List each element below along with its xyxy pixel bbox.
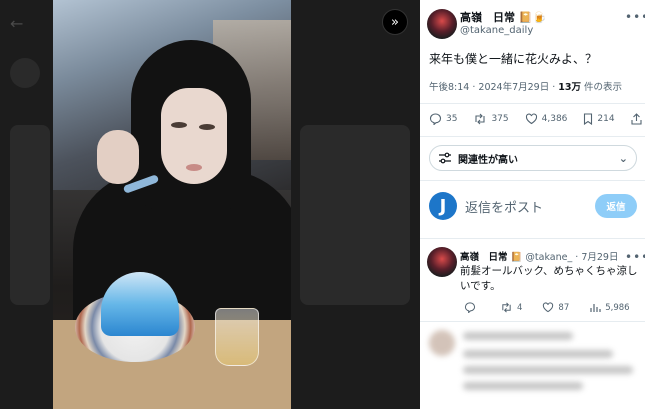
author-name-emoji: 📔🍺 [518, 11, 547, 24]
divider [420, 103, 645, 104]
bookmark-action[interactable]: 214 [583, 113, 615, 125]
post-meta: 午後8:14 · 2024年7月29日 · 13万 件の表示 [429, 82, 623, 93]
post-image [53, 0, 291, 409]
ghost-card-right [300, 125, 410, 305]
post-detail-panel: 高嶺 日常 📔🍺 @takane_daily ••• 来年も僕と一緒に花火みよ、… [420, 0, 645, 409]
reply-author-avatar[interactable] [427, 247, 457, 277]
divider [420, 321, 645, 322]
divider [420, 136, 645, 137]
divider [420, 238, 645, 239]
reply-author-name: 高嶺 日常 [460, 252, 508, 263]
chevron-down-icon: ⌄ [618, 151, 628, 165]
like-count: 4,386 [541, 114, 568, 124]
reply-icon [429, 113, 442, 125]
reply-views-action[interactable]: 5,986 [589, 302, 630, 313]
more-options-icon[interactable]: ••• [625, 10, 645, 24]
bookmark-count: 214 [597, 114, 615, 124]
post-date[interactable]: 2024年7月29日 [478, 82, 549, 93]
divider [420, 180, 645, 181]
bookmark-icon [584, 113, 593, 125]
reply-separator: · [575, 252, 579, 263]
reply-actions: 4 87 5,986 [464, 302, 642, 313]
reply-author-emoji: 📔 [510, 252, 523, 263]
author-handle[interactable]: @takane_daily [460, 25, 533, 36]
sort-replies-dropdown[interactable]: 関連性が高い ⌄ [429, 145, 637, 171]
reply-reply-action[interactable] [464, 302, 480, 313]
reply-date: 7月29日 [581, 252, 619, 263]
reply-like-action[interactable]: 87 [542, 302, 569, 313]
repost-count: 375 [491, 114, 509, 124]
filter-sliders-icon [439, 152, 451, 164]
reply-author-line[interactable]: 高嶺 日常 📔 @takane_ · 7月29日 [460, 249, 618, 263]
share-action[interactable] [631, 113, 645, 125]
post-actions: 35 375 4,386 214 [429, 113, 642, 125]
reply-repost-count: 4 [517, 302, 523, 313]
reply-like-count: 87 [558, 302, 570, 313]
ghost-card [10, 125, 50, 305]
ghost-avatar [10, 58, 40, 88]
reply-repost-action[interactable]: 4 [500, 302, 522, 313]
current-user-avatar: J [429, 192, 457, 220]
reply-view-count: 5,986 [605, 302, 630, 313]
post-time[interactable]: 午後8:14 [429, 82, 469, 93]
views-count: 13万 [558, 82, 582, 93]
author-name-text: 高嶺 日常 [460, 11, 515, 24]
reply-author-handle: @takane_ [525, 252, 573, 263]
reply-submit-button[interactable]: 返信 [595, 194, 637, 218]
reply-text: 前髪オールバック、めちゃくちゃ涼しいです。 [460, 265, 638, 292]
views-label: 件の表示 [584, 82, 623, 93]
repost-icon [502, 302, 511, 313]
author-avatar[interactable] [427, 9, 457, 39]
repost-icon [475, 113, 486, 125]
reply-icon [464, 302, 476, 313]
expand-panel-icon[interactable]: » [382, 9, 408, 35]
reply-more-options-icon[interactable]: ••• [625, 250, 645, 264]
repost-action[interactable]: 375 [473, 113, 509, 125]
like-action[interactable]: 4,386 [525, 113, 568, 125]
author-display-name[interactable]: 高嶺 日常 📔🍺 [460, 9, 546, 25]
post-text: 来年も僕と一緒に花火みよ、？ [429, 52, 598, 66]
back-arrow-icon[interactable]: ← [10, 14, 23, 33]
reply-input[interactable]: 返信をポスト [465, 197, 543, 216]
share-icon [631, 113, 642, 125]
reply-action[interactable]: 35 [429, 113, 457, 125]
reply-count: 35 [446, 114, 458, 124]
heart-icon [525, 113, 537, 125]
sort-label: 関連性が高い [458, 154, 518, 166]
blurred-reply [429, 326, 644, 409]
reply-composer: J 返信をポスト 返信 [429, 188, 637, 224]
heart-icon [543, 302, 554, 313]
views-chart-icon [590, 304, 601, 312]
